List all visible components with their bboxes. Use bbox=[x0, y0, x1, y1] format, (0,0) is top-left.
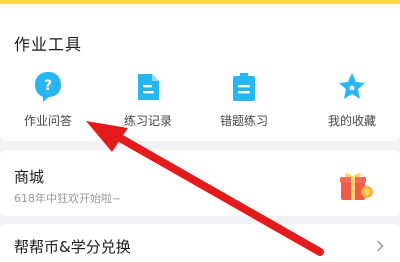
chevron-right-icon bbox=[376, 240, 384, 252]
svg-text:?: ? bbox=[44, 78, 52, 94]
coin-credit-redeem-entry[interactable]: 帮帮币&学分兑换 bbox=[0, 224, 400, 262]
tool-homework-qa[interactable]: ? 作业问答 bbox=[0, 70, 96, 129]
question-bubble-icon: ? bbox=[35, 72, 61, 102]
section-title: 作业工具 bbox=[14, 35, 83, 54]
tool-my-favorites[interactable]: 我的收藏 bbox=[304, 70, 400, 129]
record-document-icon bbox=[138, 74, 159, 100]
homework-tools-card: 作业工具 ? 作业问答 练习记录 错题练习 我的收藏 bbox=[0, 4, 400, 141]
mistake-practice-icon bbox=[233, 73, 255, 101]
redeem-title: 帮帮币&学分兑换 bbox=[14, 238, 131, 256]
tool-practice-record[interactable]: 练习记录 bbox=[100, 70, 196, 129]
mall-entry[interactable]: 商城 618年中狂欢开始啦~ bbox=[0, 150, 400, 216]
mall-subtitle: 618年中狂欢开始啦~ bbox=[14, 192, 122, 205]
tool-label: 作业问答 bbox=[23, 114, 72, 128]
tool-label: 练习记录 bbox=[123, 114, 172, 128]
tool-label: 我的收藏 bbox=[327, 114, 376, 128]
tool-mistake-practice[interactable]: 错题练习 bbox=[196, 70, 292, 129]
gift-box-icon bbox=[340, 173, 373, 200]
tool-label: 错题练习 bbox=[219, 114, 268, 128]
mall-title: 商城 bbox=[14, 168, 45, 186]
star-bookmark-icon bbox=[339, 73, 365, 99]
